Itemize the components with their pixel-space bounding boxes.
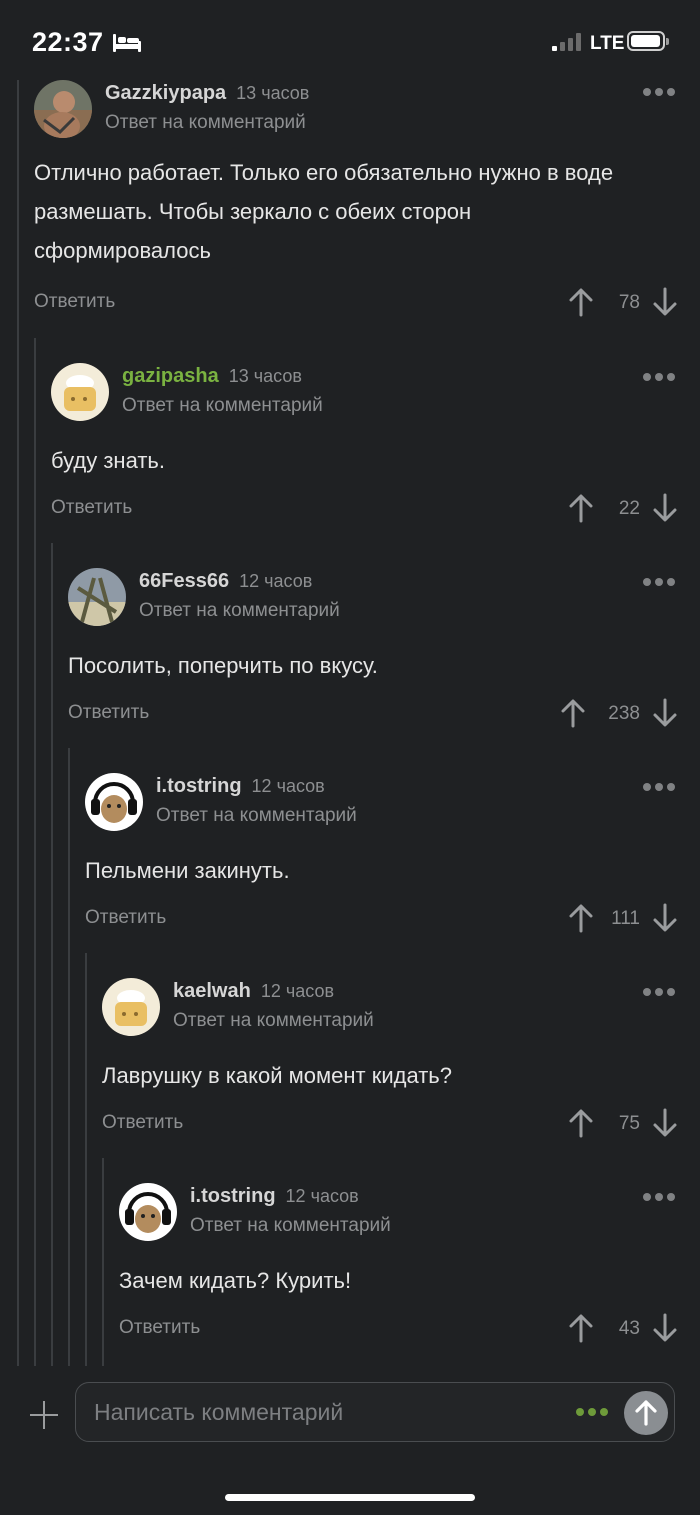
avatar[interactable] [102,978,160,1036]
upvote-arrow-icon[interactable] [568,903,594,933]
avatar[interactable] [34,80,92,138]
comment-text: Зачем кидать? Курить! [119,1268,352,1293]
downvote-arrow-icon[interactable] [652,493,678,523]
avatar[interactable] [51,363,109,421]
thread-line [34,338,36,1366]
comment-time: 13 часов [228,366,302,386]
vote-score: 78 [618,292,640,313]
vote-score: 75 [618,1113,640,1134]
more-options-icon[interactable] [643,373,675,381]
avatar[interactable] [85,773,143,831]
vote-score: 43 [618,1318,640,1339]
avatar[interactable] [119,1183,177,1241]
comment-text: буду знать. [51,448,165,473]
comment-composer [0,1366,700,1515]
more-dots-icon[interactable] [576,1408,608,1416]
reply-button[interactable]: Ответить [102,1112,183,1134]
upvote-arrow-icon[interactable] [568,287,594,317]
username[interactable]: i.tostring 12 часов [190,1185,359,1208]
reply-button[interactable]: Ответить [68,702,149,724]
reply-to-label[interactable]: Ответ на комментарий [105,112,306,134]
upvote-arrow-icon[interactable] [568,1313,594,1343]
downvote-arrow-icon[interactable] [652,1313,678,1343]
arrow-up-icon [635,1400,657,1426]
comment-time: 13 часов [236,83,310,103]
comment-time: 12 часов [239,571,313,591]
reply-to-label[interactable]: Ответ на комментарий [122,395,323,417]
reply-to-label[interactable]: Ответ на комментарий [156,805,357,827]
comment-input[interactable] [92,1383,556,1441]
downvote-arrow-icon[interactable] [652,698,678,728]
username[interactable]: 66Fess66 12 часов [139,570,312,593]
comment-item: 66Fess66 12 часов Ответ на комментарий По… [68,568,700,773]
home-indicator [225,1494,475,1501]
comment-item: Gazzkiypapa 13 часов Ответ на комментарий… [34,80,700,330]
reply-to-label[interactable]: Ответ на комментарий [190,1215,391,1237]
status-time: 22:37 [32,27,104,57]
thread-line [102,1158,104,1366]
network-type: LTE [590,33,625,54]
comment-time: 12 часов [251,776,325,796]
comment-text: Посолить, поперчить по вкусу. [68,653,378,678]
signal-icon [552,33,584,51]
comment-input-box [75,1382,675,1442]
bed-icon [113,34,141,52]
comment-item: gazipasha 13 часов Ответ на комментарий б… [51,363,700,568]
comment-text: Пельмени закинуть. [85,858,290,883]
comment-time: 12 часов [285,1186,359,1206]
reply-button[interactable]: Ответить [119,1317,200,1339]
upvote-arrow-icon[interactable] [560,698,586,728]
reply-button[interactable]: Ответить [34,291,115,313]
more-options-icon[interactable] [643,1193,675,1201]
reply-button[interactable]: Ответить [51,497,132,519]
thread-line [17,80,19,1366]
comment-text: Лаврушку в какой момент кидать? [102,1063,452,1088]
comment-item: i.tostring 12 часов Ответ на комментарий … [85,773,700,978]
username[interactable]: i.tostring 12 часов [156,775,325,798]
thread-line [51,543,53,1366]
comment-item: kaelwah 12 часов Ответ на комментарий Лав… [102,978,700,1183]
downvote-arrow-icon[interactable] [652,903,678,933]
comment-text: Отлично работает. Только его обязательно… [34,160,614,263]
more-options-icon[interactable] [643,88,675,96]
username[interactable]: Gazzkiypapa 13 часов [105,82,309,105]
comment-item: i.tostring 12 часов Ответ на комментарий … [119,1183,700,1363]
vote-control: 111 [568,903,678,935]
thread-line [85,953,87,1366]
more-options-icon[interactable] [643,988,675,996]
plus-icon[interactable] [30,1401,58,1429]
comment-time: 12 часов [260,981,335,1001]
avatar[interactable] [68,568,126,626]
upvote-arrow-icon[interactable] [568,493,594,523]
more-options-icon[interactable] [643,578,675,586]
vote-score: 238 [608,703,640,724]
reply-to-label[interactable]: Ответ на комментарий [173,1010,374,1032]
downvote-arrow-icon[interactable] [652,1108,678,1138]
battery-icon [627,31,669,51]
vote-score: 111 [611,908,640,929]
vote-control: 238 [560,698,678,730]
more-options-icon[interactable] [643,783,675,791]
username[interactable]: gazipasha 13 часов [122,365,302,388]
upvote-arrow-icon[interactable] [568,1108,594,1138]
vote-control: 78 [568,287,678,319]
vote-control: 43 [568,1313,678,1345]
vote-control: 22 [568,493,678,525]
vote-score: 22 [618,498,640,519]
status-bar: 22:37 LTE [0,0,700,80]
thread-line [68,748,70,1366]
downvote-arrow-icon[interactable] [652,287,678,317]
reply-to-label[interactable]: Ответ на комментарий [139,600,340,622]
vote-control: 75 [568,1108,678,1140]
username[interactable]: kaelwah 12 часов [173,980,334,1003]
send-button[interactable] [624,1391,668,1435]
reply-button[interactable]: Ответить [85,907,166,929]
